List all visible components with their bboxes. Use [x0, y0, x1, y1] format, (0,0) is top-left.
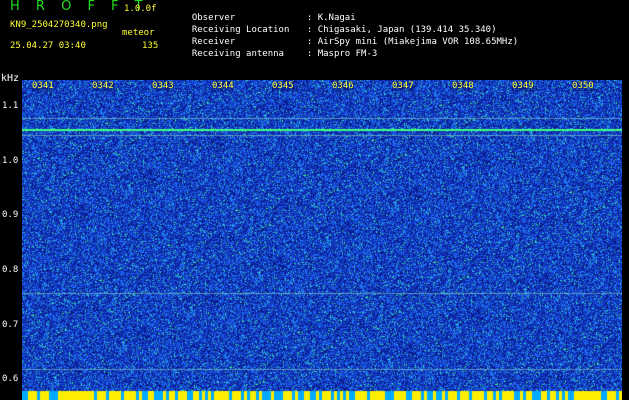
x-tick-label: 0350: [572, 81, 594, 91]
x-tick-label: 0341: [32, 81, 54, 91]
x-tick-label: 0348: [452, 81, 474, 91]
x-tick-label: 0349: [512, 81, 534, 91]
y-tick-label: 0.8: [2, 264, 19, 275]
y-tick-label: 1.0: [2, 155, 19, 166]
y-tick-label: 1.1: [2, 101, 19, 112]
x-tick-label: 0347: [392, 81, 414, 91]
x-tick-label: 0342: [92, 81, 114, 91]
x-tick-label: 0345: [272, 81, 294, 91]
mode-label: meteor: [122, 28, 155, 38]
count-label: 135: [142, 41, 159, 51]
y-axis-unit: kHz: [1, 73, 20, 84]
x-tick-label: 0344: [212, 81, 234, 91]
y-tick-label: 0.9: [2, 210, 19, 221]
filename-label: KN9_2504270340.png: [10, 20, 108, 30]
x-tick-label: 0346: [332, 81, 354, 91]
spectrogram-plot: [22, 80, 622, 400]
datetime-label: 25.04.27 03:40: [10, 41, 86, 51]
info-value: Maspro FM-3: [317, 49, 378, 59]
info-sep: :: [306, 49, 318, 59]
x-tick-label: 0343: [152, 81, 174, 91]
y-tick-label: 0.7: [2, 319, 19, 330]
y-tick-label: 0.6: [2, 374, 19, 385]
version-label: 1.0.0f: [124, 4, 157, 14]
info-antenna: Receiving antenna: Maspro FM-3: [181, 39, 377, 59]
info-key: Receiving antenna: [191, 49, 284, 59]
